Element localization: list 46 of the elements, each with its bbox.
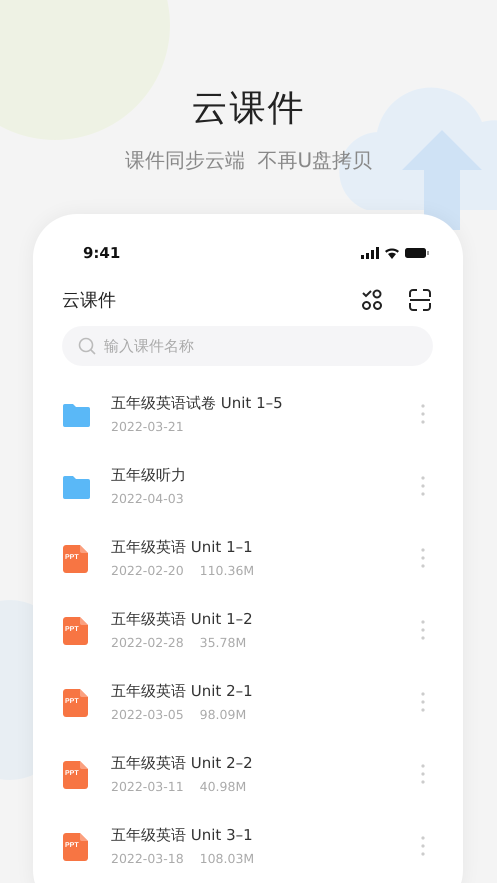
scan-icon[interactable] xyxy=(409,289,431,311)
tagline: 课件同步云端 不再U盘拷贝 xyxy=(124,147,372,174)
file-date: 2022-03-21 xyxy=(111,419,184,434)
file-size: 110.36M xyxy=(200,563,254,578)
more-icon[interactable] xyxy=(421,620,425,640)
file-icon xyxy=(63,760,88,788)
file-name: 五年级英语 Unit 1–1 xyxy=(111,538,254,557)
more-icon[interactable] xyxy=(421,764,425,784)
file-icon xyxy=(63,832,88,860)
headline: 云课件 xyxy=(192,87,306,131)
search-icon xyxy=(78,337,96,355)
file-icon xyxy=(63,616,88,644)
search-field[interactable]: 输入课件名称 xyxy=(62,326,433,366)
folder-icon xyxy=(63,402,90,426)
screen-title: 云课件 xyxy=(62,289,117,312)
file-name: 五年级英语 Unit 1–2 xyxy=(111,610,254,629)
wifi-icon xyxy=(385,247,399,259)
more-icon[interactable] xyxy=(421,476,425,496)
file-size: 40.98M xyxy=(200,779,246,794)
file-size: 108.03M xyxy=(200,851,254,866)
file-icon xyxy=(63,544,88,572)
file-size: 35.78M xyxy=(200,635,246,650)
file-row[interactable]: 五年级听力 2022-04-03 xyxy=(33,450,463,522)
file-date: 2022-02-20 xyxy=(111,563,184,578)
more-icon[interactable] xyxy=(421,692,425,712)
signal-icon xyxy=(361,247,379,259)
more-icon[interactable] xyxy=(421,836,425,856)
file-date: 2022-04-03 xyxy=(111,491,184,506)
battery-icon xyxy=(405,248,429,258)
file-name: 五年级英语 Unit 3–1 xyxy=(111,826,254,845)
file-date: 2022-03-11 xyxy=(111,779,184,794)
file-row[interactable]: 五年级英语试卷 Unit 1–5 2022-03-21 xyxy=(33,378,463,450)
file-size: 98.09M xyxy=(200,707,246,722)
status-time: 9:41 xyxy=(83,244,120,262)
file-name: 五年级听力 xyxy=(111,466,187,485)
file-name: 五年级英语试卷 Unit 1–5 xyxy=(111,394,284,413)
grid-check-icon[interactable] xyxy=(361,289,383,311)
file-date: 2022-03-05 xyxy=(111,707,184,722)
more-icon[interactable] xyxy=(421,404,425,424)
folder-icon xyxy=(63,474,90,498)
more-icon[interactable] xyxy=(421,548,425,568)
file-date: 2022-03-18 xyxy=(111,851,184,866)
file-name: 五年级英语 Unit 2–2 xyxy=(111,754,254,773)
file-name: 五年级英语 Unit 2–1 xyxy=(111,682,254,701)
file-date: 2022-02-28 xyxy=(111,635,184,650)
file-icon xyxy=(63,688,88,716)
